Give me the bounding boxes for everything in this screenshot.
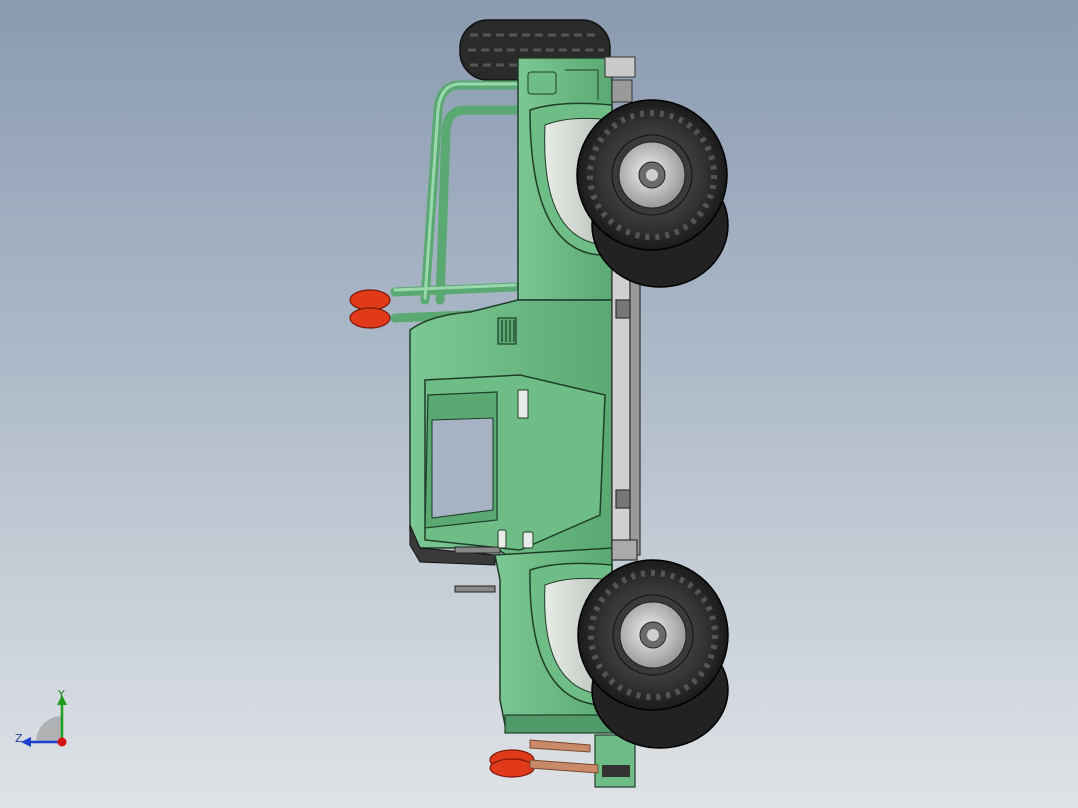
exhaust-pipes [529, 739, 599, 774]
triad-z-label: Z [15, 732, 23, 745]
jeep-3d-model[interactable] [0, 0, 1078, 808]
chassis [611, 254, 641, 561]
triad-plane-arc [36, 716, 62, 742]
graphics-viewport[interactable]: Y Z [0, 0, 1078, 808]
rear-wheel [577, 559, 729, 711]
roll-bar [390, 80, 525, 323]
orientation-triad [21, 695, 67, 747]
triad-y-label: Y [58, 688, 65, 701]
roof-lights [349, 289, 391, 329]
rear-lights [489, 749, 535, 778]
front-wheel [576, 99, 728, 251]
x-axis-dot [57, 737, 67, 747]
